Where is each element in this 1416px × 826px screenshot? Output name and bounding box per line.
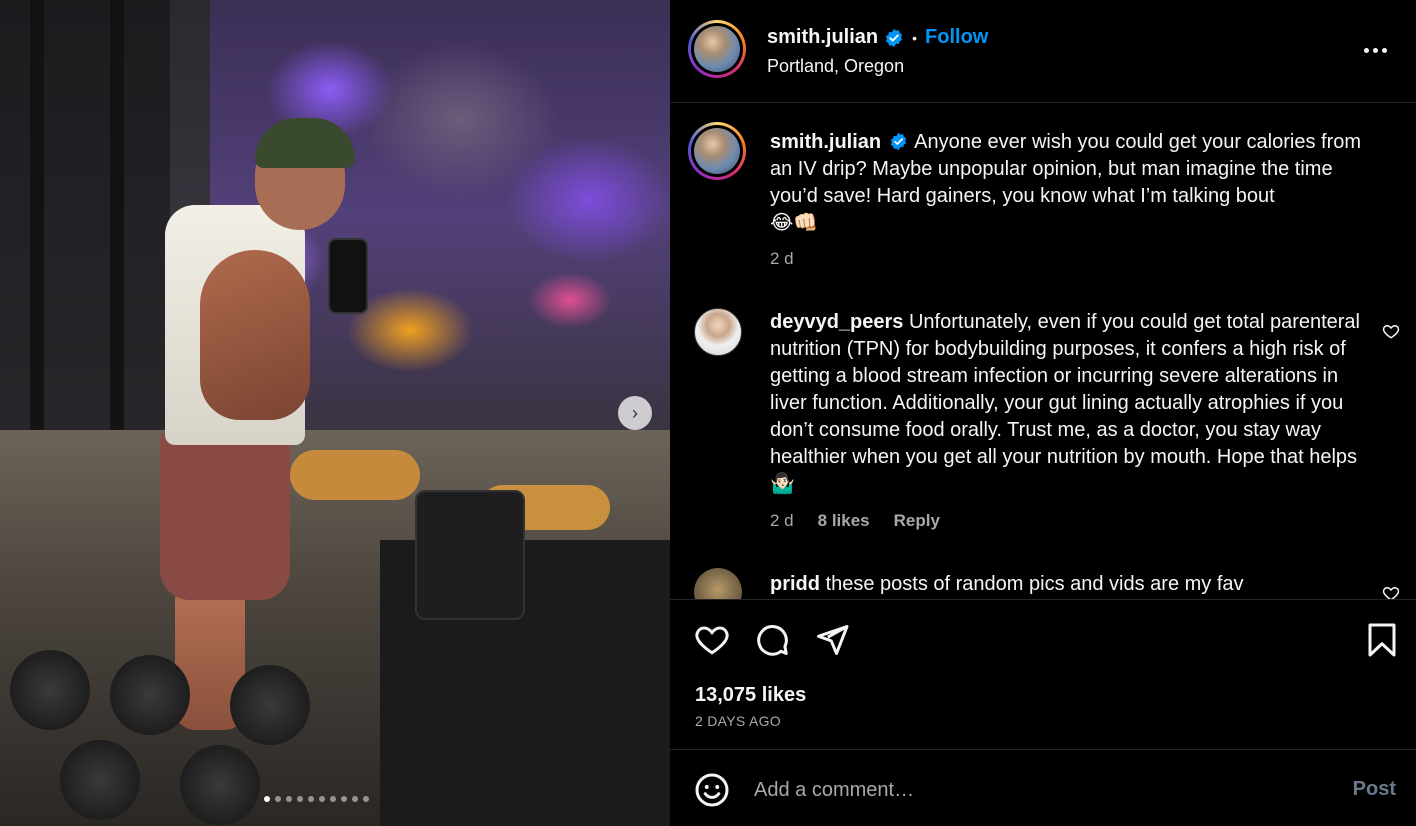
emoji-icon[interactable] bbox=[694, 772, 730, 808]
save-bookmark-icon[interactable] bbox=[1364, 622, 1400, 658]
like-comment-icon[interactable] bbox=[1382, 322, 1400, 340]
verified-badge-icon bbox=[885, 28, 903, 47]
carousel-dot bbox=[330, 796, 336, 802]
commenter-avatar[interactable] bbox=[694, 568, 742, 599]
chevron-right-icon[interactable]: › bbox=[618, 396, 652, 430]
post-actions: 13,075 likes 2 DAYS AGO bbox=[670, 599, 1416, 749]
comment-bubble-icon[interactable] bbox=[754, 622, 790, 658]
caption-meta: 2 d bbox=[770, 249, 794, 269]
post-timestamp[interactable]: 2 DAYS AGO bbox=[695, 713, 781, 729]
phone bbox=[328, 238, 368, 314]
dumbbell bbox=[180, 745, 260, 825]
like-comment-icon[interactable] bbox=[1382, 584, 1400, 599]
carousel-indicator bbox=[264, 796, 369, 802]
comment-text: pridd these posts of random pics and vid… bbox=[770, 571, 1380, 598]
author-avatar[interactable] bbox=[688, 20, 746, 78]
post-media[interactable]: › bbox=[0, 0, 670, 826]
caption-time[interactable]: 2 d bbox=[770, 249, 794, 269]
comment-emoji: 🤷🏻‍♂️ bbox=[770, 473, 795, 495]
author-line: smith.julian • Follow bbox=[767, 26, 988, 49]
follow-button[interactable]: Follow bbox=[925, 26, 988, 49]
avatar-photo bbox=[694, 26, 740, 72]
carousel-dot bbox=[297, 796, 303, 802]
carousel-dot bbox=[308, 796, 314, 802]
person-arm bbox=[200, 250, 310, 420]
author-avatar[interactable] bbox=[688, 122, 746, 180]
comment-input[interactable] bbox=[754, 774, 1314, 806]
verified-badge-icon bbox=[890, 132, 906, 151]
carousel-dot bbox=[286, 796, 292, 802]
caption-username[interactable]: smith.julian bbox=[770, 131, 881, 153]
post-location[interactable]: Portland, Oregon bbox=[767, 56, 904, 77]
carousel-dot bbox=[319, 796, 325, 802]
dumbbell bbox=[60, 740, 140, 820]
post-sidebar: smith.julian • Follow Portland, Oregon s… bbox=[670, 0, 1416, 826]
comment-composer: Post bbox=[670, 749, 1416, 826]
author-username[interactable]: smith.julian bbox=[767, 26, 878, 49]
dumbbell bbox=[110, 655, 190, 735]
post-header: smith.julian • Follow Portland, Oregon bbox=[670, 0, 1416, 103]
commenter-username[interactable]: deyvyd_peers bbox=[770, 311, 903, 333]
comment-meta: 2 d 8 likes Reply bbox=[770, 511, 940, 531]
like-heart-icon[interactable] bbox=[694, 622, 730, 658]
carousel-dot bbox=[275, 796, 281, 802]
caption-text: smith.julian Anyone ever wish you could … bbox=[770, 129, 1380, 237]
carousel-dot bbox=[363, 796, 369, 802]
carousel-dot bbox=[341, 796, 347, 802]
avatar-photo bbox=[694, 128, 740, 174]
reply-button[interactable]: Reply bbox=[894, 511, 940, 531]
carousel-dot bbox=[352, 796, 358, 802]
person-shorts bbox=[160, 430, 290, 600]
comments-list[interactable]: smith.julian Anyone ever wish you could … bbox=[670, 104, 1416, 599]
likes-count[interactable]: 13,075 likes bbox=[695, 684, 806, 707]
dog bbox=[290, 450, 420, 500]
commenter-avatar[interactable] bbox=[694, 308, 742, 356]
comment-body: these posts of random pics and vids are … bbox=[825, 573, 1244, 595]
dumbbell bbox=[230, 665, 310, 745]
comment-text: deyvyd_peers Unfortunately, even if you … bbox=[770, 309, 1370, 498]
more-options-icon[interactable] bbox=[1364, 40, 1390, 60]
separator-dot: • bbox=[912, 29, 918, 46]
bench bbox=[415, 490, 525, 620]
post-button[interactable]: Post bbox=[1353, 778, 1396, 801]
carousel-dot bbox=[264, 796, 270, 802]
dumbbell bbox=[10, 650, 90, 730]
comment-body: Unfortunately, even if you could get tot… bbox=[770, 311, 1360, 468]
comment-likes[interactable]: 8 likes bbox=[818, 511, 870, 531]
share-send-icon[interactable] bbox=[814, 622, 850, 658]
comment-time[interactable]: 2 d bbox=[770, 511, 794, 531]
caption-emojis: 😂👊🏻 bbox=[770, 212, 819, 234]
commenter-username[interactable]: pridd bbox=[770, 573, 820, 595]
